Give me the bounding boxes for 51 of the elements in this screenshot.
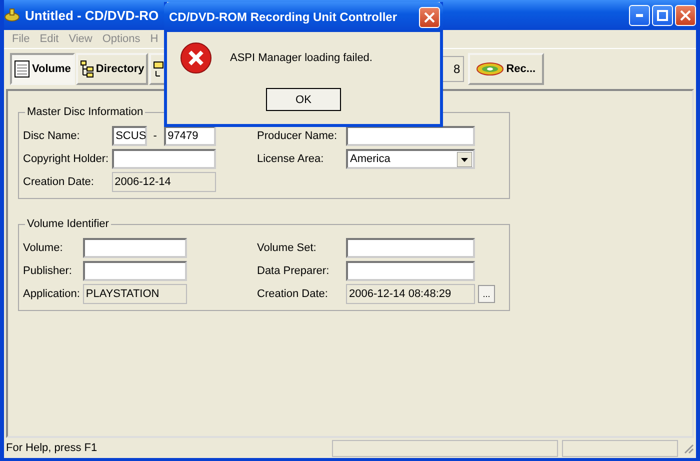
field-label: Producer Name: [257, 130, 338, 142]
error-icon [180, 42, 212, 74]
separator-text: - [152, 130, 158, 142]
close-icon [424, 12, 435, 22]
disc-icon [4, 7, 20, 23]
close-icon [680, 10, 691, 20]
dropdown-arrow-icon[interactable] [457, 152, 472, 166]
field-label: Disc Name: [23, 130, 81, 142]
input-field[interactable]: 97479 [164, 126, 216, 146]
input-field[interactable] [346, 261, 475, 281]
disc-icon [476, 62, 504, 76]
input-field[interactable] [82, 238, 187, 258]
field-label: Publisher: [23, 265, 73, 277]
resize-grip-icon[interactable] [682, 442, 694, 454]
field-label: Application: [23, 288, 80, 300]
status-text: For Help, press F1 [6, 442, 98, 454]
close-button[interactable] [675, 4, 696, 26]
field-label: Volume Set: [257, 242, 318, 254]
folder-icon [153, 60, 166, 78]
toolbar-tab[interactable]: Volume [10, 53, 75, 85]
field-label: Volume: [23, 242, 64, 254]
readonly-field: 2006-12-14 08:48:29 [346, 284, 475, 304]
input-field[interactable]: SCUS [112, 126, 147, 146]
ok-button[interactable]: OK [266, 88, 341, 111]
browse-button[interactable]: ... [478, 285, 495, 303]
tree-icon [80, 60, 94, 78]
dialog-title: CD/DVD-ROM Recording Unit Controller [169, 10, 397, 24]
readonly-field: 2006-12-14 [112, 172, 216, 192]
record-button[interactable]: Rec... [468, 53, 544, 85]
field-label: License Area: [257, 153, 325, 165]
page-icon [14, 60, 30, 78]
minimize-button[interactable] [629, 4, 650, 26]
maximize-button[interactable] [652, 4, 673, 26]
dialog-message: ASPI Manager loading failed. [230, 52, 372, 64]
dropdown[interactable]: America [346, 149, 475, 169]
field-label: Creation Date: [257, 288, 329, 300]
field-label: Creation Date: [23, 176, 95, 188]
field-label: Copyright Holder: [23, 153, 109, 165]
input-field[interactable] [346, 126, 475, 146]
toolbar-tab[interactable]: Directory [76, 53, 148, 85]
close-button[interactable] [419, 6, 440, 28]
readonly-field: PLAYSTATION [82, 284, 187, 304]
input-field[interactable] [82, 261, 187, 281]
maximize-icon [657, 10, 668, 20]
input-field[interactable] [112, 149, 216, 169]
input-field[interactable] [346, 238, 475, 258]
group-title: Master Disc Information [26, 106, 144, 118]
group-title: Volume Identifier [26, 218, 110, 230]
minimize-icon [636, 14, 643, 16]
window-title: Untitled - CD/DVD-RO [25, 8, 159, 22]
field-label: Data Preparer: [257, 265, 330, 277]
